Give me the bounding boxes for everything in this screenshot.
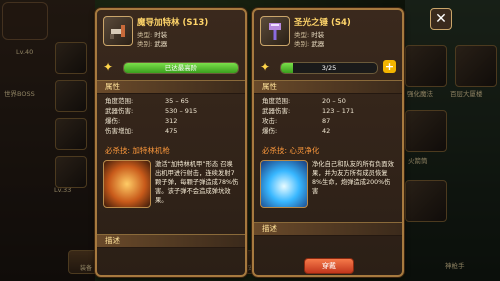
- item-icon-frame: [103, 16, 133, 46]
- puzzle-piece-icon: ✦: [260, 60, 271, 74]
- description-header: 描述: [97, 234, 245, 248]
- item-category: 类别: 武器: [294, 40, 325, 48]
- gatling-gun-icon: [110, 25, 125, 39]
- item-icon-frame: [260, 16, 290, 46]
- description-header: 描述: [254, 222, 402, 236]
- item-title: 魔导加特林 (S13): [137, 18, 209, 28]
- skill-description: 净化自己和队友的所有负面效果，并为友方所有成员恢复8%生命，炮弹造成200%伤害: [312, 161, 394, 195]
- skill-box: 净化自己和队友的所有负面效果，并为友方所有成员恢复8%生命，炮弹造成200%伤害: [260, 160, 396, 210]
- holy-hammer-icon: [269, 23, 281, 40]
- upgrade-progress-bar: 3/25: [280, 62, 378, 74]
- skill-box: 激活“加特林机甲”形态 召唤出机甲进行射击，连续发射7颗子弹，每颗子弹造成78%…: [103, 160, 239, 210]
- item-header: 圣光之锤 (S4) 类型: 时装 类别: 武器: [260, 16, 396, 58]
- upgrade-progress-row: ✦ 已达最高阶: [103, 60, 239, 74]
- stat-row: 武器伤害: 123 – 171: [262, 107, 355, 115]
- gatling-skill-icon: [103, 160, 151, 208]
- skill-title: 必杀技: 加特林机枪: [105, 146, 170, 155]
- purify-skill-icon: [260, 160, 308, 208]
- upgrade-progress-row: ✦ 3/25 +: [260, 60, 396, 74]
- compare-item-panel: 圣光之锤 (S4) 类型: 时装 类别: 武器 ✦ 3/25 + 属性 角度范围…: [252, 8, 404, 277]
- stat-row: 角度范围: 35 – 65: [105, 97, 189, 105]
- add-fragment-button[interactable]: +: [383, 60, 396, 73]
- puzzle-piece-icon: ✦: [103, 60, 114, 74]
- attributes-list: 角度范围: 20 – 50 武器伤害: 123 – 171 攻击: 87 爆伤: 42: [262, 96, 396, 136]
- upgrade-progress-text: 已达最高阶: [164, 64, 198, 72]
- stat-row: 角度范围: 20 – 50: [262, 97, 346, 105]
- upgrade-progress-text: 3/25: [321, 64, 337, 72]
- equip-button[interactable]: 穿戴: [304, 258, 354, 274]
- item-header: 魔导加特林 (S13) 类型: 时装 类别: 武器: [103, 16, 239, 58]
- stat-row: 爆伤: 312: [105, 117, 178, 125]
- skill-description: 激活“加特林机甲”形态 召唤出机甲进行射击，连续发射7颗子弹，每颗子弹造成78%…: [155, 161, 239, 204]
- stat-row: 武器伤害: 530 – 915: [105, 107, 198, 115]
- attributes-header: 属性: [97, 80, 245, 94]
- upgrade-progress-bar: 已达最高阶: [123, 62, 239, 74]
- close-icon[interactable]: ✕: [430, 8, 452, 30]
- attributes-list: 角度范围: 35 – 65 武器伤害: 530 – 915 爆伤: 312 伤害增加:…: [105, 96, 239, 136]
- modal-overlay: [0, 0, 500, 281]
- item-category: 类别: 武器: [137, 40, 168, 48]
- attributes-header: 属性: [254, 80, 402, 94]
- stat-row: 攻击: 87: [262, 117, 331, 125]
- stat-row: 伤害增加: 475: [105, 127, 178, 135]
- item-title: 圣光之锤 (S4): [294, 18, 351, 28]
- stat-row: 爆伤: 42: [262, 127, 331, 135]
- equipped-item-panel: 魔导加特林 (S13) 类型: 时装 类别: 武器 ✦ 已达最高阶 属性 角度范…: [95, 8, 247, 277]
- skill-title: 必杀技: 心灵净化: [262, 146, 320, 155]
